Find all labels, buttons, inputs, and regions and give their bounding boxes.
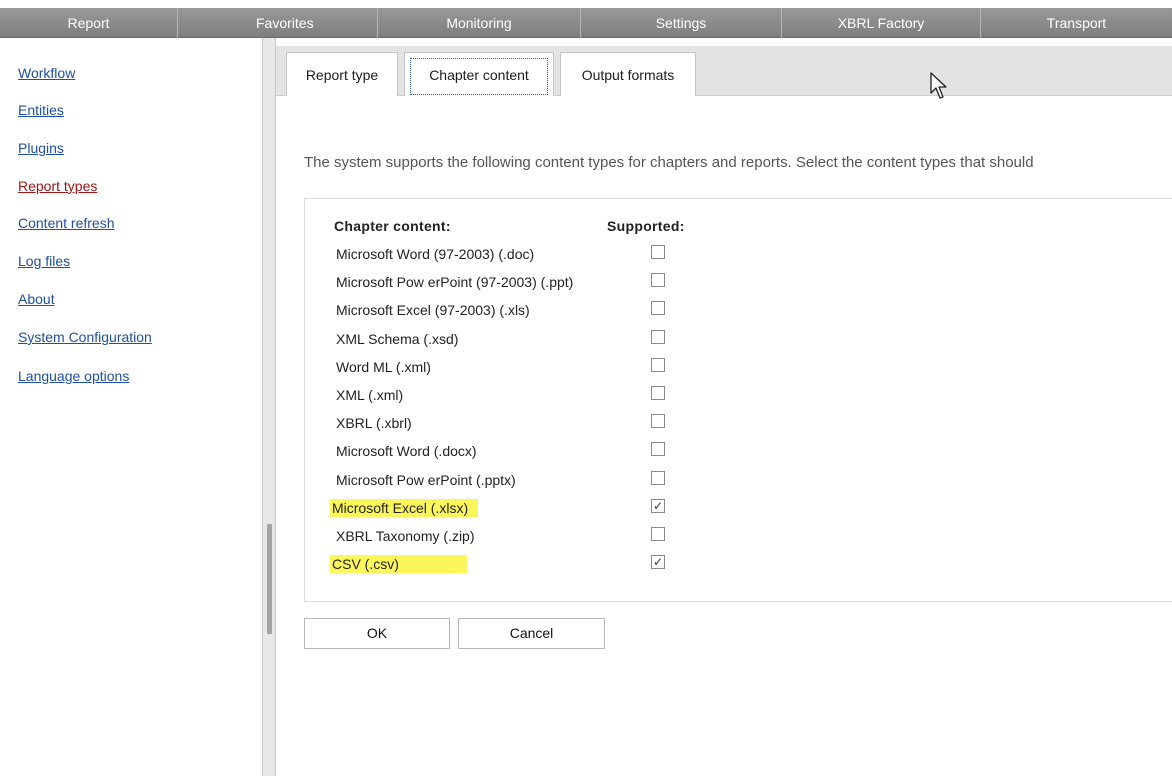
menu-item-favorites-label: Favorites (256, 15, 314, 31)
content-type-label: XBRL Taxonomy (.zip) (336, 528, 475, 544)
content-type-label: XML Schema (.xsd) (336, 330, 459, 347)
supported-checkbox[interactable]: ✓ (651, 555, 665, 570)
content-type-label: Word ML (.xml) (336, 358, 431, 375)
menu-item-xbrl-factory[interactable]: XBRL Factory (782, 8, 981, 38)
supported-checkbox[interactable] (651, 442, 665, 457)
column-header-supported: Supported: (607, 218, 685, 234)
content-type-label: Microsoft Pow erPoint (97-2003) (.ppt) (336, 274, 574, 291)
content-type-label: XBRL (.xbrl) (336, 415, 412, 432)
sidebar-item-report-types[interactable]: Report types (18, 178, 97, 194)
menu-item-monitoring[interactable]: Monitoring (378, 8, 581, 38)
content-type-row: Microsoft Pow erPoint (97-2003) (.ppt) (305, 268, 725, 296)
tab-strip: Report type Chapter content Output forma… (276, 46, 1172, 99)
main-menu-bar: Report Favorites Monitoring Settings XBR… (0, 8, 1172, 38)
tab-focus-outline (410, 58, 548, 95)
splitter-grip-handle[interactable] (267, 524, 272, 634)
content-type-row: XBRL Taxonomy (.zip) (305, 522, 725, 550)
content-type-row: Microsoft Pow erPoint (.pptx) (305, 466, 725, 494)
tab-chapter-content[interactable]: Chapter content (404, 52, 554, 96)
intro-text: The system supports the following conten… (304, 154, 1034, 171)
tab-report-type[interactable]: Report type (286, 52, 398, 96)
content-type-row: Microsoft Excel (97-2003) (.xls) (305, 296, 725, 324)
settings-sidebar: Workflow Entities Plugins Report types C… (0, 38, 262, 776)
menu-item-settings[interactable]: Settings (581, 8, 782, 38)
content-type-row: Word ML (.xml) (305, 353, 725, 381)
ok-button[interactable]: OK (304, 618, 450, 649)
content-type-row: XBRL (.xbrl) (305, 409, 725, 437)
content-type-label: Microsoft Excel (.xlsx) (330, 498, 479, 517)
tab-output-formats[interactable]: Output formats (560, 52, 696, 96)
supported-checkbox[interactable] (651, 301, 665, 316)
sidebar-item-plugins[interactable]: Plugins (18, 140, 64, 156)
sidebar-item-system-configuration[interactable]: System Configuration (18, 329, 152, 345)
supported-checkbox[interactable] (651, 386, 665, 400)
content-type-label: CSV (.csv) (330, 555, 467, 574)
content-type-row: CSV (.csv) ✓ (305, 550, 725, 578)
cancel-button[interactable]: Cancel (458, 618, 605, 649)
pane-splitter[interactable] (262, 38, 276, 776)
supported-checkbox[interactable] (651, 527, 665, 541)
sidebar-item-about[interactable]: About (18, 291, 55, 307)
sidebar-item-workflow[interactable]: Workflow (18, 65, 75, 81)
content-type-label: Microsoft Pow erPoint (.pptx) (336, 471, 516, 488)
content-type-row: Microsoft Excel (.xlsx) ✓ (305, 494, 725, 522)
sidebar-item-content-refresh[interactable]: Content refresh (18, 215, 115, 231)
content-type-label: XML (.xml) (336, 387, 404, 403)
supported-checkbox[interactable] (651, 470, 665, 485)
supported-checkbox[interactable] (651, 329, 665, 344)
content-type-row: Microsoft Word (.docx) (305, 437, 725, 465)
supported-checkbox[interactable] (651, 245, 665, 259)
content-type-label: Microsoft Excel (97-2003) (.xls) (336, 302, 530, 319)
sidebar-item-language-options[interactable]: Language options (18, 368, 129, 384)
menu-item-report[interactable]: Report (0, 8, 178, 38)
menu-item-favorites[interactable]: Favorites (178, 8, 378, 38)
supported-checkbox[interactable] (651, 273, 665, 288)
top-bar: Report Favorites Monitoring Settings XBR… (0, 0, 1172, 38)
content-types-panel: Chapter content: Supported: Microsoft Wo… (304, 198, 1172, 602)
content-type-row: Microsoft Word (97-2003) (.doc) (305, 240, 725, 268)
sidebar-item-log-files[interactable]: Log files (18, 253, 70, 269)
content-type-label: Microsoft Word (97-2003) (.doc) (336, 246, 535, 262)
sidebar-item-entities[interactable]: Entities (18, 102, 64, 118)
supported-checkbox[interactable]: ✓ (651, 498, 665, 513)
supported-checkbox[interactable] (651, 414, 665, 429)
mouse-pointer-icon (930, 72, 947, 99)
supported-checkbox[interactable] (651, 357, 665, 372)
menu-item-transport[interactable]: Transport (981, 8, 1172, 38)
content-type-row: XML (.xml) (305, 381, 725, 409)
column-header-chapter-content: Chapter content: (334, 218, 451, 234)
content-type-label: Microsoft Word (.docx) (336, 443, 477, 460)
content-type-row: XML Schema (.xsd) (305, 325, 725, 353)
